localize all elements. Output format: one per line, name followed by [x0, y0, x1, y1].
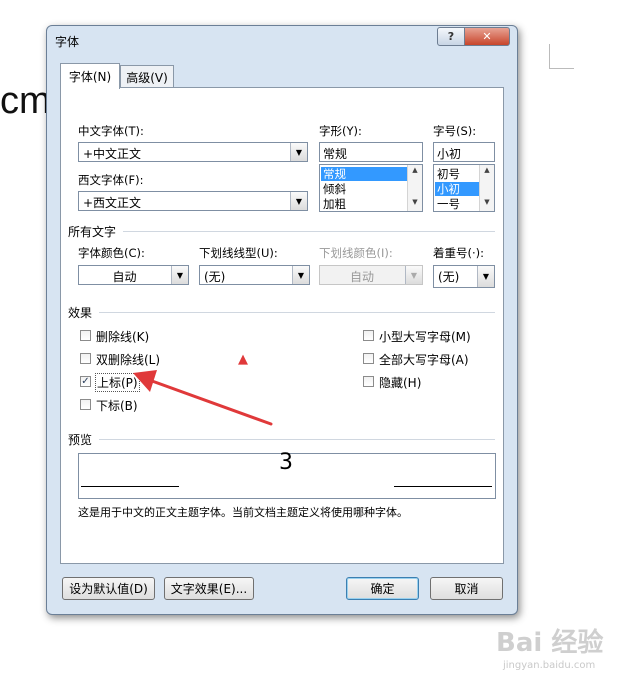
watermark-logo: Bai 经验	[496, 628, 604, 658]
annotation-arrow	[133, 370, 273, 426]
watermark-url: jingyan.baidu.com	[503, 660, 596, 671]
triangle-marker-icon: ▲	[238, 352, 248, 367]
tab-font[interactable]: 字体(N)	[60, 63, 120, 89]
